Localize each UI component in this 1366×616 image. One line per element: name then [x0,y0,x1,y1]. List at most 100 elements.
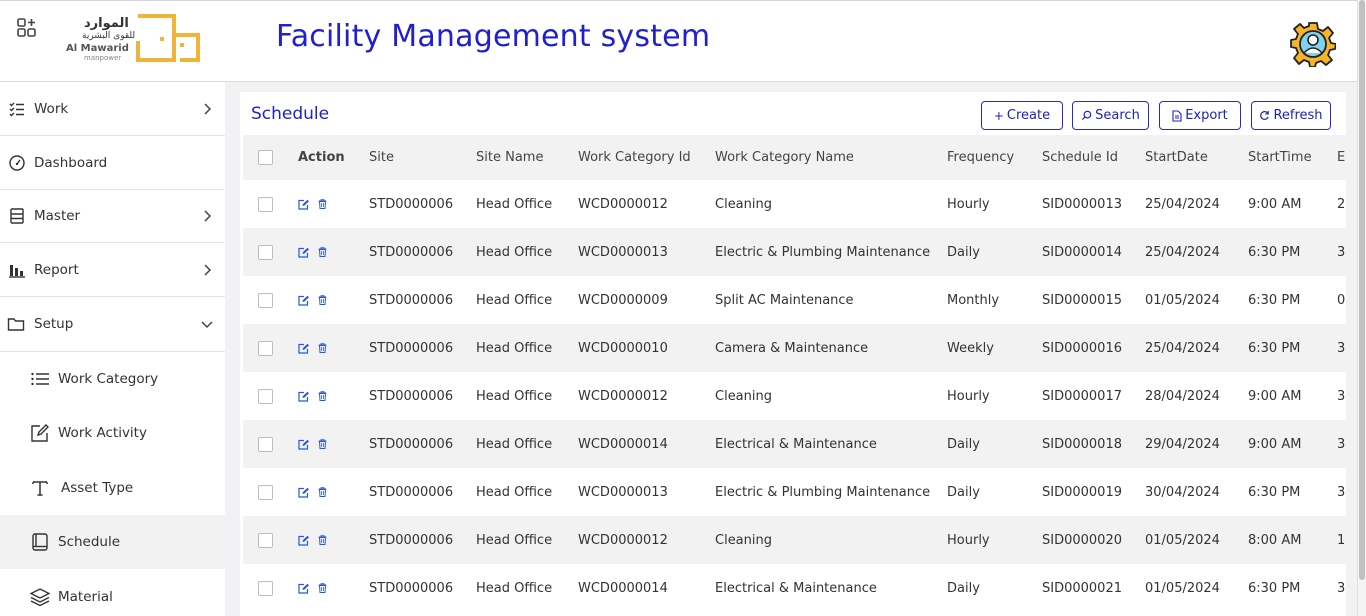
create-button[interactable]: + Create [981,101,1063,130]
row-checkbox[interactable] [258,436,273,452]
schedule-panel: Schedule + Create Search Export Refresh … [240,92,1346,616]
chevron-down-icon [201,321,213,329]
table-cell: Head Office [476,580,553,596]
trash-icon[interactable] [318,199,327,209]
table-cell: STD0000006 [369,244,454,260]
column-header[interactable]: StartDate [1145,135,1208,180]
column-header[interactable]: Work Category Id [578,135,691,180]
row-checkbox[interactable] [258,244,273,260]
column-header[interactable]: Site [369,135,394,180]
row-select-cell [258,372,273,420]
edit-icon[interactable] [298,343,310,354]
table-cell: Head Office [476,436,553,452]
sidebar-subitem-work-category[interactable]: Work Category [0,352,225,406]
table-row[interactable]: STD0000006 Head Office WCD0000012 Cleaning H… [243,372,1346,420]
refresh-button[interactable]: Refresh [1251,101,1331,130]
table-cell: 3 [1337,340,1346,356]
sidebar-item-setup[interactable]: Setup [0,297,225,352]
table-row[interactable]: STD0000006 Head Office WCD0000012 Cleaning H… [243,180,1346,228]
search-button[interactable]: Search [1072,101,1149,130]
column-header[interactable]: Action [298,135,345,180]
edit-icon[interactable] [298,247,310,258]
sidebar-subitem-label: Material [58,589,113,605]
edit-icon[interactable] [298,439,310,450]
table-cell: STD0000006 [369,532,454,548]
table-row[interactable]: STD0000006 Head Office WCD0000013 Electric … [243,468,1346,516]
row-actions [298,228,327,276]
table-cell: SID0000013 [1042,196,1122,212]
table-row[interactable]: STD0000006 Head Office WCD0000010 Camera & … [243,324,1346,372]
row-checkbox[interactable] [258,196,273,212]
grid-plus-icon[interactable] [16,17,38,39]
trash-icon[interactable] [318,343,327,353]
edit-icon[interactable] [298,295,310,306]
table-cell: Head Office [476,388,553,404]
row-select-cell [258,420,273,468]
export-button-label: Export [1185,108,1228,123]
edit-icon[interactable] [298,535,310,546]
plus-icon: + [993,108,1004,123]
table-cell: Daily [947,580,980,596]
table-cell: Split AC Maintenance [715,292,854,308]
user-gear-icon[interactable] [1290,21,1336,67]
row-select-cell [258,324,273,372]
trash-icon[interactable] [318,439,327,449]
row-checkbox[interactable] [258,532,273,548]
table-cell: Electric & Plumbing Maintenance [715,244,931,260]
column-header[interactable]: Work Category Name [715,135,854,180]
sidebar-subitem-work-activity[interactable]: Work Activity [0,406,225,460]
table-cell: 25/04/2024 [1145,196,1220,212]
trash-icon[interactable] [318,247,327,257]
column-header[interactable]: Frequency [947,135,1014,180]
sidebar-subitem-material[interactable]: Material [0,570,225,616]
sidebar-item-master[interactable]: Master [0,189,225,243]
edit-icon[interactable] [298,487,310,498]
sidebar-item-report[interactable]: Report [0,243,225,297]
row-actions [298,276,327,324]
column-header[interactable]: Site Name [476,135,543,180]
table-cell: STD0000006 [369,340,454,356]
row-checkbox[interactable] [258,292,273,308]
trash-icon[interactable] [318,487,327,497]
trash-icon[interactable] [318,535,327,545]
table-cell: 6:30 PM [1248,340,1301,356]
row-checkbox[interactable] [258,388,273,404]
table-cell: Head Office [476,244,553,260]
row-checkbox[interactable] [258,580,273,596]
table-cell: SID0000015 [1042,292,1122,308]
edit-icon[interactable] [298,583,310,594]
trash-icon[interactable] [318,391,327,401]
column-header[interactable]: E [1337,135,1345,180]
scrollbar-thumb[interactable] [1359,0,1365,580]
table-row[interactable]: STD0000006 Head Office WCD0000013 Electric … [243,228,1346,276]
table-cell: 2 [1337,196,1346,212]
row-checkbox[interactable] [258,340,273,356]
table-cell: 28/04/2024 [1145,388,1220,404]
table-row[interactable]: STD0000006 Head Office WCD0000012 Cleaning H… [243,516,1346,564]
trash-icon[interactable] [318,583,327,593]
table-row[interactable]: STD0000006 Head Office WCD0000009 Split AC … [243,276,1346,324]
export-button[interactable]: Export [1159,101,1241,130]
row-checkbox[interactable] [258,484,273,500]
edit-icon[interactable] [298,199,310,210]
column-header[interactable]: Schedule Id [1042,135,1118,180]
table-cell: Hourly [947,196,990,212]
trash-icon[interactable] [318,295,327,305]
table-cell: WCD0000010 [578,340,668,356]
list-check-icon [9,102,24,117]
page-scrollbar[interactable] [1357,0,1366,616]
table-cell: SID0000021 [1042,580,1122,596]
table-cell: 3 [1337,580,1346,596]
sidebar-subitem-schedule[interactable]: Schedule [0,515,225,569]
table-row[interactable]: STD0000006 Head Office WCD0000014 Electrica… [243,564,1346,612]
table-row[interactable]: STD0000006 Head Office WCD0000014 Electrica… [243,420,1346,468]
sidebar-subitem-asset-type[interactable]: Asset Type [0,461,225,515]
column-header[interactable]: StartTime [1248,135,1312,180]
select-all-checkbox[interactable] [258,150,273,165]
sidebar-item-dashboard[interactable]: Dashboard [0,136,225,190]
sidebar-item-work[interactable]: Work [0,82,225,136]
table-cell: WCD0000012 [578,388,668,404]
search-button-label: Search [1095,108,1140,123]
edit-icon[interactable] [298,391,310,402]
table-cell: SID0000017 [1042,388,1122,404]
